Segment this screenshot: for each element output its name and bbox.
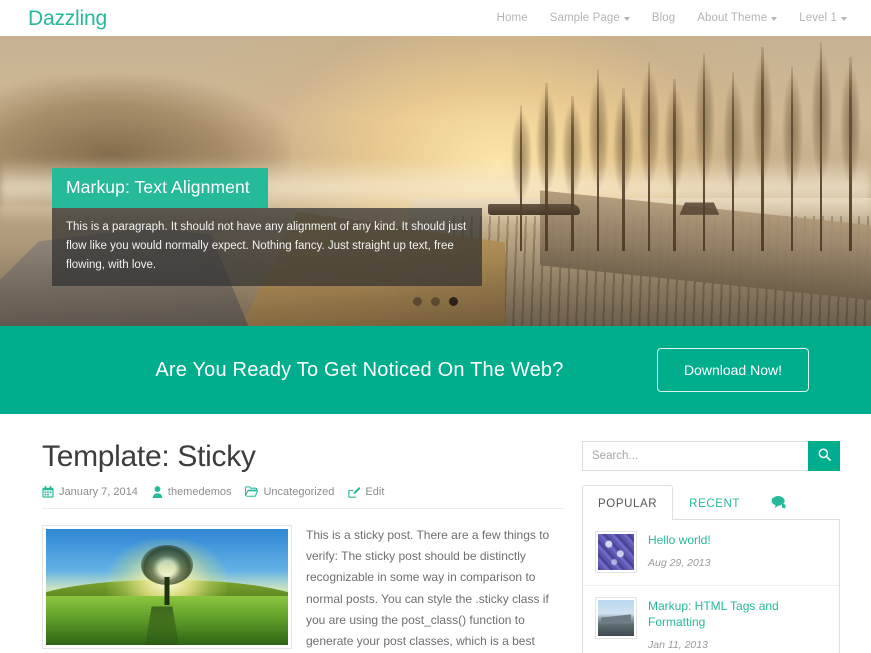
search-input[interactable]	[582, 441, 808, 471]
post-featured-image[interactable]	[42, 524, 292, 649]
nav-item-sample-page[interactable]: Sample Page	[550, 12, 630, 24]
hero-slider[interactable]: Markup: Text Alignment This is a paragra…	[0, 36, 871, 326]
search-widget	[582, 441, 840, 471]
page-content-wrapper: Template: Sticky January 7, 2014 themede…	[0, 414, 871, 653]
list-item-date: Jan 11, 2013	[648, 639, 708, 652]
site-header: Dazzling Home Sample Page Blog About The…	[0, 0, 871, 36]
list-item-title[interactable]: Hello world!	[648, 532, 827, 548]
post-article: Template: Sticky January 7, 2014 themede…	[42, 440, 564, 653]
post-date-text: January 7, 2014	[59, 485, 138, 498]
slide-caption: Markup: Text Alignment This is a paragra…	[52, 168, 482, 286]
download-now-button[interactable]: Download Now!	[656, 348, 809, 392]
nav-item-label: Home	[496, 12, 528, 24]
nav-item-home[interactable]: Home	[497, 12, 528, 24]
post-meta: January 7, 2014 themedemos Uncategorized	[42, 485, 564, 509]
site-logo[interactable]: Dazzling	[28, 8, 107, 29]
chevron-down-icon	[623, 17, 630, 21]
nav-item-label: Blog	[651, 12, 676, 24]
list-item-thumbnail	[595, 531, 637, 573]
chevron-down-icon	[841, 17, 847, 21]
primary-content: Template: Sticky January 7, 2014 themede…	[42, 440, 564, 653]
search-button[interactable]	[808, 441, 840, 471]
sidebar: POPULAR RECENT Hello world! Aug 29, 2013	[582, 440, 840, 653]
post-category: Uncategorized	[245, 486, 334, 498]
folder-open-icon	[245, 486, 259, 497]
post-body: This is a sticky post. There are a few t…	[42, 524, 564, 653]
edit-icon	[348, 486, 361, 498]
calendar-icon	[42, 485, 54, 498]
nav-item-blog[interactable]: Blog	[652, 12, 675, 24]
main-navigation: Home Sample Page Blog About Theme Level …	[497, 12, 847, 24]
post-category-text[interactable]: Uncategorized	[263, 486, 334, 498]
nav-item-label: Sample Page	[549, 12, 620, 24]
tab-comments[interactable]	[756, 485, 802, 520]
search-icon	[818, 448, 831, 464]
slide-caption-body: This is a paragraph. It should not have …	[52, 208, 482, 286]
nav-item-label: About Theme	[697, 12, 768, 24]
comments-icon	[771, 495, 787, 512]
slider-pagination	[0, 297, 871, 306]
post-author: themedemos	[152, 485, 232, 498]
list-item-thumbnail	[595, 597, 637, 639]
post-edit-link[interactable]: Edit	[348, 486, 384, 498]
post-title[interactable]: Template: Sticky	[42, 440, 564, 475]
post-excerpt: This is a sticky post. There are a few t…	[306, 527, 550, 649]
nav-item-about-theme[interactable]: About Theme	[697, 12, 778, 24]
nav-item-label: Level 1	[799, 12, 837, 24]
slider-dot-3[interactable]	[449, 297, 458, 306]
user-icon	[152, 485, 163, 498]
widget-tab-list: POPULAR RECENT	[582, 485, 840, 520]
post-date: January 7, 2014	[42, 485, 138, 498]
list-item-date: Aug 29, 2013	[648, 557, 711, 570]
list-item-title[interactable]: Markup: HTML Tags and Formatting	[648, 598, 827, 630]
list-item[interactable]: Hello world! Aug 29, 2013	[583, 520, 839, 586]
list-item[interactable]: Markup: HTML Tags and Formatting Jan 11,…	[583, 586, 839, 653]
post-edit-text[interactable]: Edit	[365, 486, 384, 498]
cta-headline: Are You Ready To Get Noticed On The Web?	[155, 358, 564, 381]
nav-item-level-1[interactable]: Level 1	[799, 12, 847, 24]
chevron-down-icon	[771, 17, 778, 21]
slide-caption-title[interactable]: Markup: Text Alignment	[52, 168, 268, 209]
slider-dot-2[interactable]	[431, 297, 440, 306]
call-to-action-banner: Are You Ready To Get Noticed On The Web?…	[0, 326, 871, 414]
popular-posts-panel: Hello world! Aug 29, 2013 Markup: HTML T…	[582, 520, 840, 653]
post-author-text[interactable]: themedemos	[168, 486, 232, 498]
slider-dot-1[interactable]	[413, 297, 422, 306]
tab-popular[interactable]: POPULAR	[582, 485, 674, 520]
tabbed-posts-widget: POPULAR RECENT Hello world! Aug 29, 2013	[582, 485, 840, 653]
tab-recent[interactable]: RECENT	[673, 485, 756, 520]
